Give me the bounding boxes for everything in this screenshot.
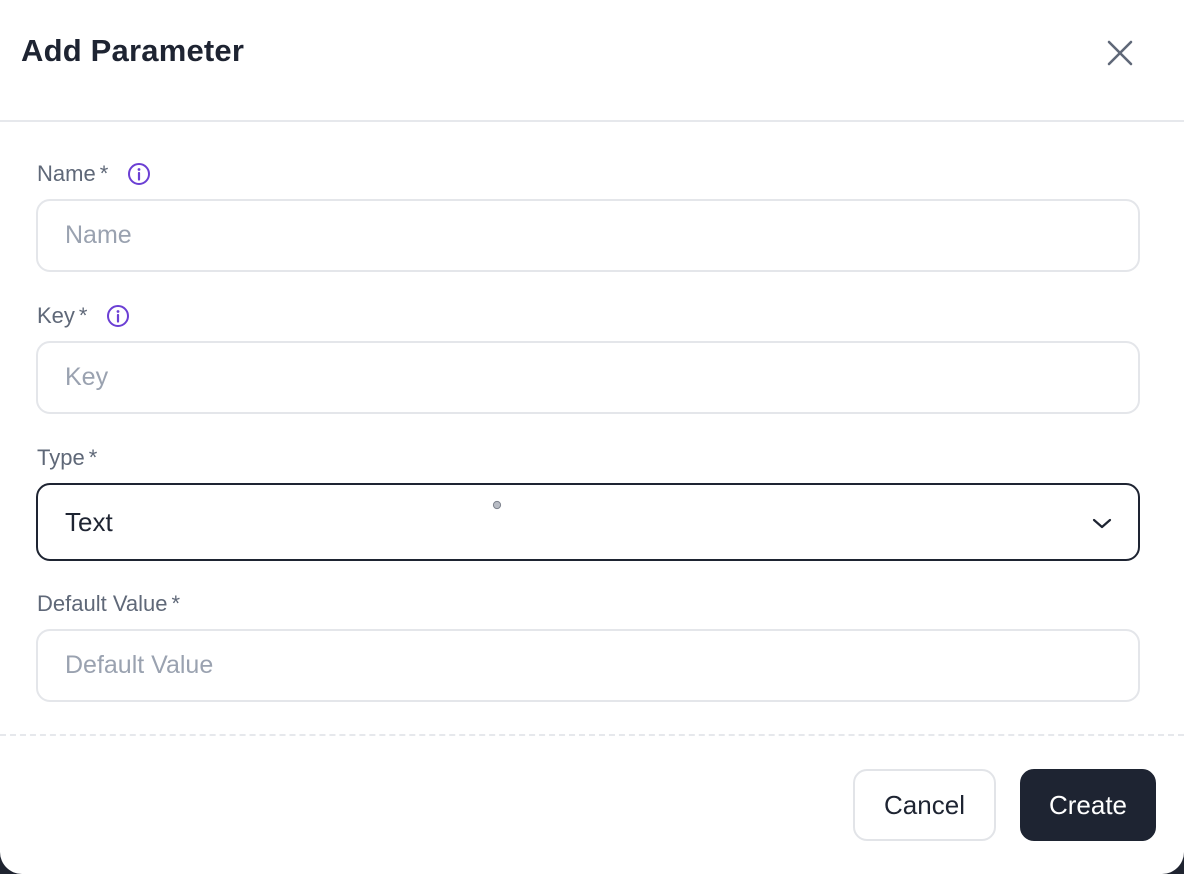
info-icon[interactable]: [106, 304, 130, 328]
key-required-mark: *: [78, 303, 88, 328]
type-select-value: Text: [65, 507, 113, 537]
type-field-label: Type *: [37, 444, 97, 472]
key-input[interactable]: [36, 341, 1140, 414]
cancel-button[interactable]: Cancel: [853, 769, 996, 841]
type-select[interactable]: Text: [36, 483, 1140, 561]
close-button[interactable]: [1100, 33, 1140, 73]
type-label-text: Type: [37, 445, 85, 470]
name-field-label: Name *: [37, 160, 151, 188]
name-label-text: Name: [37, 161, 96, 186]
name-required-mark: *: [99, 161, 109, 186]
default-value-input[interactable]: [36, 629, 1140, 702]
type-required-mark: *: [88, 445, 98, 470]
key-field-label: Key *: [37, 302, 130, 330]
dialog-header: Add Parameter: [0, 0, 1184, 122]
dialog-title: Add Parameter: [21, 33, 245, 68]
default-value-label-text: Default Value: [37, 591, 168, 616]
chevron-down-icon: [1092, 518, 1112, 529]
footer-divider: [0, 734, 1184, 736]
mouse-cursor-icon: [492, 500, 502, 510]
info-icon[interactable]: [127, 162, 151, 186]
add-parameter-dialog: Add Parameter Name * Key * Type *: [0, 0, 1184, 874]
default-value-field-label: Default Value *: [37, 590, 180, 618]
name-input[interactable]: [36, 199, 1140, 272]
create-button[interactable]: Create: [1020, 769, 1156, 841]
key-label-text: Key: [37, 303, 75, 328]
close-icon: [1107, 40, 1133, 66]
default-value-required-mark: *: [171, 591, 181, 616]
